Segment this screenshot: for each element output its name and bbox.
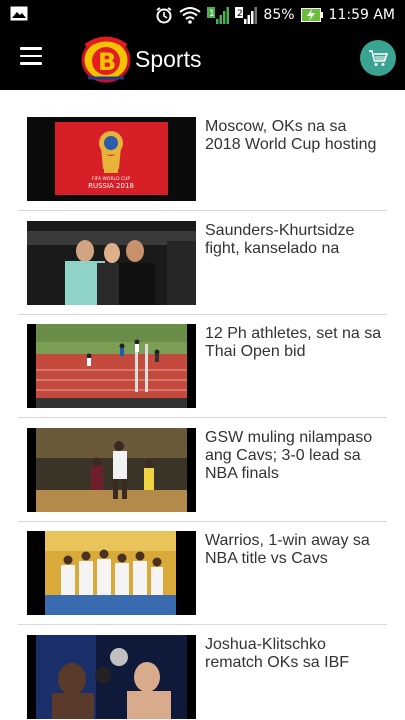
article-item[interactable]: Joshua-Klitschko rematch OKs sa IBF (18, 626, 387, 720)
svg-text:RUSSIA 2018: RUSSIA 2018 (88, 182, 134, 190)
svg-text:1: 1 (209, 9, 215, 19)
article-item[interactable]: Saunders-Khurtsidze fight, kanselado na (18, 212, 387, 316)
signal-sim2-icon: 2 (235, 7, 258, 24)
battery-charging-icon (300, 8, 323, 22)
status-bar: 1 2 85% 11:59 AM (0, 0, 405, 29)
article-item[interactable]: 12 Ph athletes, set na sa Thai Open bid (18, 315, 387, 419)
alarm-icon (156, 7, 172, 24)
app-bar: B Sports (0, 29, 405, 90)
article-title: Warrios, 1-win away sa NBA title vs Cavs (205, 532, 370, 567)
shopping-cart-icon (369, 50, 388, 66)
divider (18, 210, 387, 211)
article-thumbnail (27, 324, 196, 408)
svg-text:B: B (98, 48, 116, 76)
clock-time: 11:59 AM (328, 7, 395, 23)
app-logo: B (81, 36, 131, 83)
wifi-icon (179, 7, 202, 24)
article-title: Moscow, OKs na sa 2018 World Cup hosting (205, 118, 377, 153)
svg-text:2: 2 (237, 9, 243, 19)
article-thumbnail: FIFA WORLD CUP RUSSIA 2018 (27, 117, 196, 201)
cart-button[interactable] (360, 40, 396, 76)
article-title: GSW muling nilampaso ang Cavs; 3-0 lead … (205, 429, 373, 482)
article-thumbnail (27, 635, 196, 719)
article-thumbnail (27, 428, 196, 512)
image-notification-icon (10, 6, 28, 21)
divider (18, 624, 387, 625)
article-item[interactable]: Warrios, 1-win away sa NBA title vs Cavs (18, 522, 387, 626)
article-title: Joshua-Klitschko rematch OKs sa IBF (205, 636, 350, 671)
article-item[interactable]: GSW muling nilampaso ang Cavs; 3-0 lead … (18, 419, 387, 523)
hamburger-menu-icon[interactable] (20, 47, 44, 71)
signal-sim1-icon: 1 (207, 7, 230, 24)
battery-percent: 85% (263, 7, 295, 23)
divider (18, 417, 387, 418)
article-title: 12 Ph athletes, set na sa Thai Open bid (205, 325, 382, 360)
page-title: Sports (135, 46, 202, 72)
article-thumbnail (27, 531, 196, 615)
article-title: Saunders-Khurtsidze fight, kanselado na (205, 222, 355, 257)
article-list: FIFA WORLD CUP RUSSIA 2018 Moscow, OKs n… (0, 90, 405, 720)
article-item[interactable]: FIFA WORLD CUP RUSSIA 2018 Moscow, OKs n… (18, 108, 387, 212)
article-thumbnail (27, 221, 196, 305)
